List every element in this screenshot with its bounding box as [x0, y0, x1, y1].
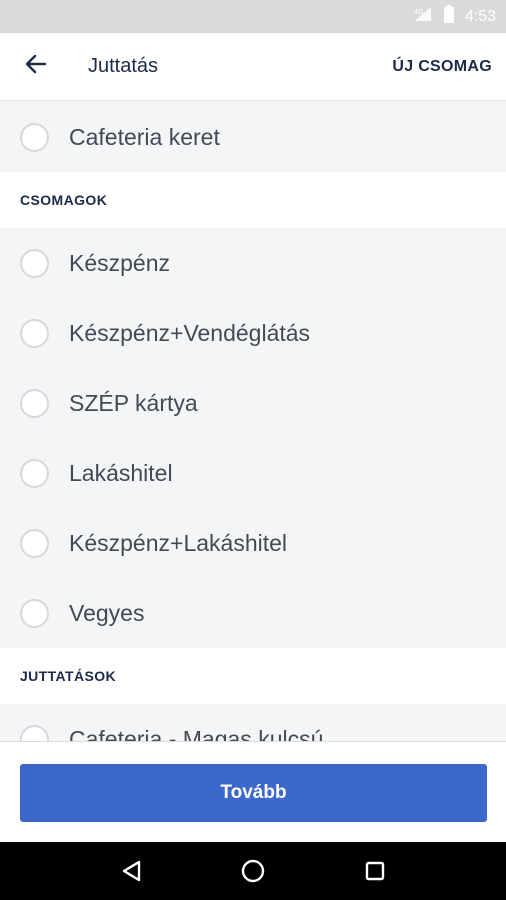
recents-square-icon[interactable]: [355, 851, 395, 891]
back-button[interactable]: [0, 33, 70, 101]
radio-unchecked-icon[interactable]: [20, 318, 49, 348]
svg-text:4G: 4G: [414, 9, 423, 16]
list-item-label: Cafeteria - Magas kulcsú: [69, 725, 324, 742]
list-item[interactable]: Készpénz: [0, 228, 506, 298]
signal-icon: 4G: [413, 5, 433, 28]
app-bar: Juttatás ÚJ CSOMAG: [0, 33, 506, 101]
system-nav-bar: [0, 842, 506, 900]
radio-unchecked-icon[interactable]: [20, 458, 49, 488]
list-item[interactable]: Készpénz+Lakáshitel: [0, 508, 506, 578]
list-item-label: SZÉP kártya: [69, 389, 198, 416]
options-list: Cafeteria keret CSOMAGOK Készpénz Készpé…: [0, 102, 506, 741]
list-item[interactable]: Vegyes: [0, 578, 506, 648]
list-item-label: Készpénz: [69, 249, 171, 276]
list-item[interactable]: SZÉP kártya: [0, 368, 506, 438]
list-item[interactable]: Cafeteria - Magas kulcsú: [0, 704, 506, 741]
section-header-juttatasok: JUTTATÁSOK: [0, 648, 506, 704]
list-item-label: Vegyes: [69, 599, 145, 626]
list-item-cafeteria-keret[interactable]: Cafeteria keret: [0, 102, 506, 172]
back-triangle-icon[interactable]: [111, 851, 151, 891]
new-package-button[interactable]: ÚJ CSOMAG: [392, 33, 492, 101]
section-header-csomagok: CSOMAGOK: [0, 172, 506, 228]
radio-unchecked-icon[interactable]: [20, 724, 49, 741]
battery-icon: [443, 4, 455, 29]
status-bar: 4G 4:53: [0, 0, 506, 33]
list-item[interactable]: Lakáshitel: [0, 438, 506, 508]
radio-unchecked-icon[interactable]: [20, 248, 49, 278]
radio-unchecked-icon[interactable]: [20, 388, 49, 418]
status-time: 4:53: [464, 7, 496, 25]
footer-bar: Tovább: [0, 741, 506, 842]
home-circle-icon[interactable]: [233, 851, 273, 891]
list-item-label: Cafeteria keret: [69, 123, 220, 150]
arrow-left-icon: [24, 54, 47, 79]
page-title: Juttatás: [88, 55, 159, 77]
list-item-label: Készpénz+Lakáshitel: [69, 529, 288, 556]
radio-unchecked-icon[interactable]: [20, 122, 49, 152]
list-item-label: Lakáshitel: [69, 459, 173, 486]
radio-unchecked-icon[interactable]: [20, 598, 49, 628]
list-item[interactable]: Készpénz+Vendéglátás: [0, 298, 506, 368]
continue-button[interactable]: Tovább: [20, 764, 487, 822]
list-item-label: Készpénz+Vendéglátás: [69, 319, 311, 346]
radio-unchecked-icon[interactable]: [20, 528, 49, 558]
